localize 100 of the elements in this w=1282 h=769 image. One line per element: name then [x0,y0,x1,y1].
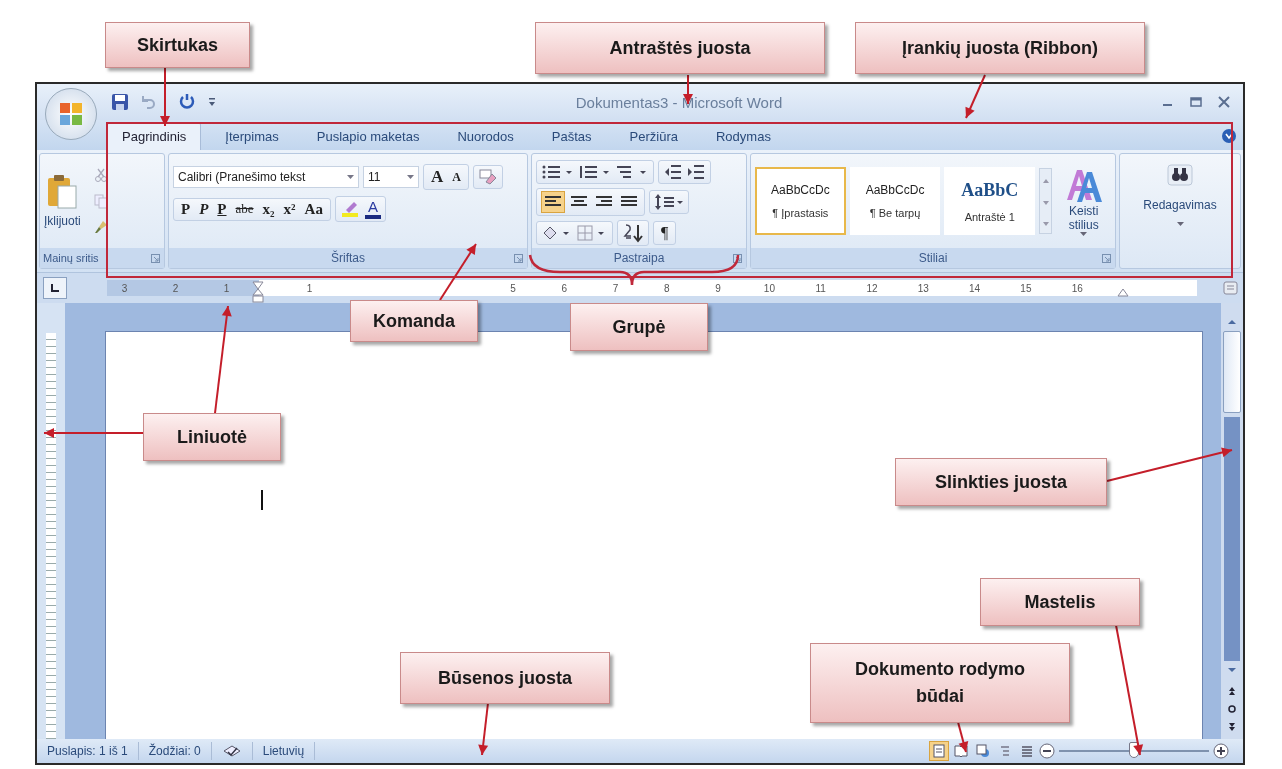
font-name-field[interactable]: Calibri (Pranešimo tekst [173,166,359,188]
ruler-number: 6 [560,282,568,294]
multilevel-list-icon[interactable] [615,163,649,181]
page-count[interactable]: Puslapis: 1 iš 1 [37,742,139,760]
ribbon-tab[interactable]: Peržiūra [615,123,692,150]
copy-icon[interactable] [92,193,109,209]
caret-icon [347,174,354,180]
ruler-number: 10 [762,282,776,294]
zoom-in-icon[interactable] [1213,743,1229,759]
help-icon[interactable] [1221,128,1237,144]
callout-label: Būsenos juosta [400,652,610,704]
ruler-number: 7 [611,282,620,294]
indent-marker-icon[interactable] [252,281,264,303]
format-button[interactable]: P [196,200,212,218]
clipboard-icon [46,174,79,210]
maximize-icon[interactable] [1189,95,1203,109]
format-button[interactable]: P [178,200,194,218]
arrow [478,702,489,756]
ruler-number: 2 [171,282,180,294]
arrow [957,721,969,753]
read-view-icon [954,744,968,758]
eraser-icon[interactable] [477,168,498,186]
ribbon-tab[interactable]: Nuorodos [443,123,528,150]
language-indicator[interactable]: Lietuvių [252,742,316,760]
binoculars-icon [1165,162,1195,188]
sort-icon[interactable] [622,223,644,243]
ruler-number: 16 [1070,282,1084,294]
group-label: Pastraipa [613,251,665,265]
ruler-number: 1 [305,282,314,294]
bullet-list-icon[interactable] [541,163,575,181]
format-button[interactable]: Aa [301,200,326,218]
format-button[interactable]: P [214,200,230,218]
callout-label: Mastelis [980,578,1140,626]
font-size-field[interactable]: 11 [363,166,419,188]
callout-label: Antraštės juosta [535,22,825,74]
tab-stop-icon [50,283,60,293]
ruler-number: 8 [663,282,671,294]
caret-icon [1080,231,1088,237]
style-item[interactable]: AaBbCcDc ¶ Be tarpų [849,167,941,235]
outline-view-icon [998,744,1012,758]
decrease-indent-icon[interactable] [663,163,683,181]
ruler-number: 5 [509,282,517,294]
change-styles-button[interactable]: Keisti stilius [1056,165,1111,237]
format-button[interactable]: x² [280,200,299,218]
ribbon-tab[interactable]: Puslapio maketas [302,123,434,150]
shrink-font-button[interactable]: A [449,169,464,185]
gallery-scrollbar[interactable] [1039,168,1053,234]
office-button[interactable] [45,88,97,140]
tab-selector[interactable] [43,277,67,299]
group-label: Šriftas [331,251,365,265]
style-item[interactable]: AaBbC Antraštė 1 [944,167,1036,235]
editing-button[interactable]: Redagavimas [1120,154,1240,268]
ribbon-tab[interactable]: Pagrindinis [107,122,202,150]
group-label: Stiliai [918,251,948,265]
numbered-list-icon[interactable] [578,163,612,181]
window-title: Dokumentas3 - Microsoft Word [574,93,784,111]
ruler-number: 15 [1019,282,1033,294]
paste-button[interactable]: Įklijuoti [44,174,81,228]
draft-view-icon [1020,744,1034,758]
callout-label: Skirtukas [105,22,250,68]
increase-indent-icon[interactable] [686,163,706,181]
brush-icon[interactable] [92,219,109,235]
zoom-out-icon[interactable] [1039,743,1055,759]
scroll-thumb[interactable] [1223,331,1241,413]
print-view-icon [932,744,946,758]
office-logo-icon [58,101,84,127]
ruler-number: 3 [120,282,129,294]
line-spacing-icon[interactable] [654,193,684,211]
callout-label: Liniuotė [143,413,281,461]
callout-label: Dokumento rodymo būdai [810,643,1070,723]
align-left-icon[interactable] [541,191,565,213]
ribbon-tab[interactable]: Paštas [537,123,606,150]
proofing-book-icon[interactable] [221,743,242,759]
arrow [439,243,477,301]
scrollbar-track[interactable] [1224,417,1240,661]
ruler-number: 12 [865,282,879,294]
text-cursor [261,490,263,510]
grow-font-button[interactable]: A [428,167,447,187]
style-item[interactable]: AaBbCcDc ¶ Įprastasis [755,167,846,235]
format-button[interactable]: x₂ [259,200,278,218]
ruler-number: 1 [222,282,231,294]
caret-icon [1176,222,1184,227]
scissors-icon[interactable] [92,167,109,183]
ribbon-tab[interactable]: Rodymas [701,123,785,150]
dialog-launcher-icon[interactable] [733,253,742,263]
close-icon[interactable] [1217,95,1231,109]
ruler-number: 9 [714,282,722,294]
ruler-number: 13 [916,282,930,294]
format-button[interactable]: abe [232,201,257,217]
view-button[interactable] [929,741,949,761]
dropdown-icon[interactable] [207,96,217,108]
callout-label: Grupė [570,303,708,351]
callout-label: Komanda [350,300,478,342]
word-count[interactable]: Žodžiai: 0 [138,742,212,760]
ruler-number: 14 [968,282,982,294]
ribbon-tab[interactable]: Įterpimas [211,123,293,150]
caret-icon [407,174,414,180]
right-indent-marker-icon[interactable] [1116,287,1129,297]
callout-label: Slinkties juosta [895,458,1107,506]
save-icon[interactable] [111,93,129,111]
